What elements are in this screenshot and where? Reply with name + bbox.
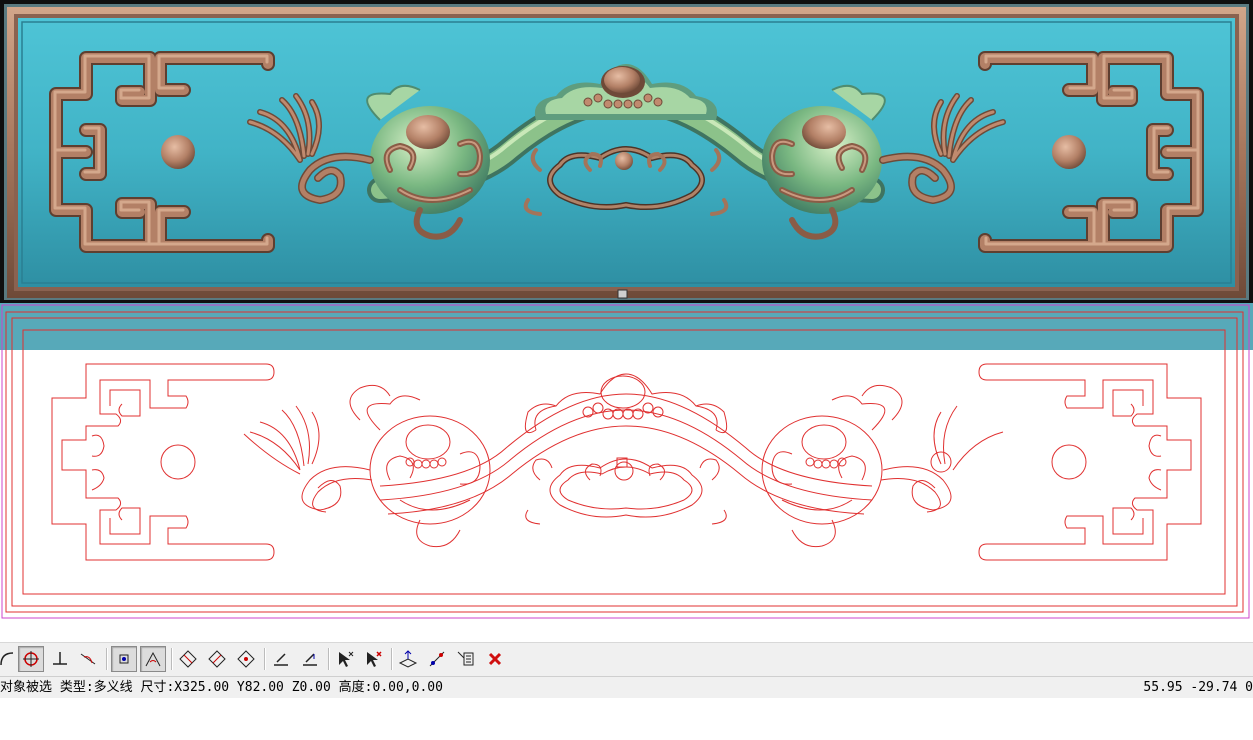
- diamond-c-icon: [237, 650, 255, 668]
- angle-button[interactable]: [140, 646, 166, 672]
- pick-path-button[interactable]: [424, 646, 450, 672]
- angle-icon: [145, 651, 161, 667]
- arc-tool-icon: [0, 652, 14, 666]
- node-select-icon: [119, 654, 129, 664]
- tangent-button[interactable]: [75, 646, 101, 672]
- tangent-icon: [80, 653, 96, 665]
- drawing-canvas[interactable]: [0, 0, 1253, 642]
- transform-button[interactable]: [395, 646, 421, 672]
- drawing-svg: [0, 0, 1253, 619]
- cursor-coords: 55.95 -29.74 0: [1143, 680, 1253, 695]
- snap-toolbar: [0, 642, 1253, 676]
- align-bottom-arrow-button[interactable]: [297, 646, 323, 672]
- vector-outline: [0, 303, 1253, 619]
- pick-path-icon: [429, 651, 445, 667]
- status-bar: 对象被选 类型:多义线 尺寸:X325.00 Y82.00 Z0.00 高度:0…: [0, 676, 1253, 698]
- diamond-a-button[interactable]: [175, 646, 201, 672]
- list-select-button[interactable]: [453, 646, 479, 672]
- arc-tool-button[interactable]: [0, 646, 20, 672]
- selection-info: 对象被选 类型:多义线 尺寸:X325.00 Y82.00 Z0.00 高度:0…: [0, 680, 443, 695]
- circle-snap-icon: [23, 651, 39, 667]
- circle-snap-button[interactable]: [18, 646, 44, 672]
- perpendicular-button[interactable]: [47, 646, 73, 672]
- diamond-b-button[interactable]: [204, 646, 230, 672]
- align-bottom-arrow-icon: [303, 653, 317, 666]
- delete-icon: [488, 652, 502, 666]
- diamond-c-button[interactable]: [233, 646, 259, 672]
- align-bottom-icon: [274, 653, 288, 666]
- diamond-a-icon: [179, 650, 197, 668]
- pointer-add-button[interactable]: [332, 646, 358, 672]
- transform-icon: [398, 650, 418, 668]
- pointer-remove-icon: [367, 651, 382, 667]
- pointer-add-icon: [339, 651, 354, 667]
- delete-button[interactable]: [482, 646, 508, 672]
- pointer-remove-button[interactable]: [360, 646, 386, 672]
- diamond-b-icon: [208, 650, 226, 668]
- perpendicular-icon: [53, 652, 67, 665]
- relief-preview: [0, 0, 1253, 303]
- align-bottom-button[interactable]: [268, 646, 294, 672]
- node-select-button[interactable]: [111, 646, 137, 672]
- list-select-icon: [457, 651, 474, 666]
